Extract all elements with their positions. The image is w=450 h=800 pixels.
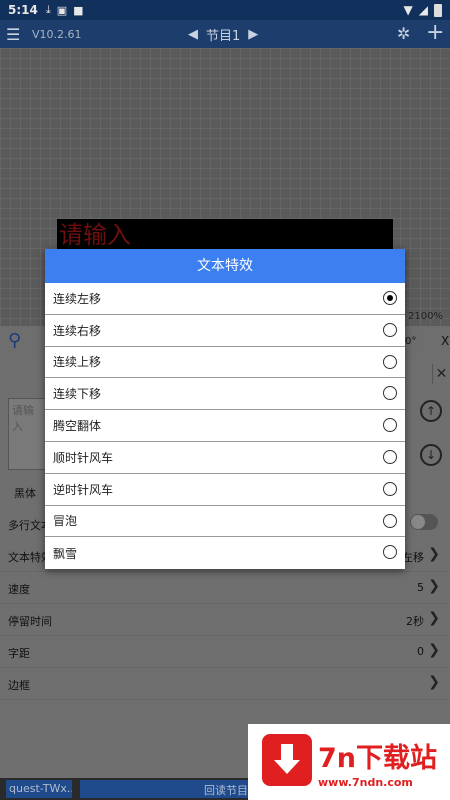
signal-icon: ◢ <box>418 3 428 17</box>
radio-button[interactable] <box>383 322 397 337</box>
effect-option[interactable]: 逆时针风车 <box>45 474 405 506</box>
radio-button[interactable] <box>383 418 397 433</box>
spacing-value: 0 <box>417 645 424 658</box>
radio-button[interactable] <box>383 481 397 496</box>
led-preview[interactable]: 请输入 <box>57 219 393 252</box>
spacing-label: 字距 <box>8 647 30 660</box>
read-back-button[interactable]: 回读节目 <box>80 780 252 798</box>
effect-option-label: 连续下移 <box>53 387 102 402</box>
app-version: V10.2.61 <box>32 27 82 41</box>
download-logo-icon <box>262 734 312 786</box>
speed-value: 5 <box>417 581 424 594</box>
multiline-toggle[interactable] <box>410 514 438 530</box>
zoom-icon[interactable]: ⚲ <box>8 330 21 351</box>
effect-option[interactable]: 连续右移 <box>45 315 405 347</box>
status-bar: 5:14 ⤓ ▣ ■ ▼ ◢ <box>0 0 450 20</box>
border-row[interactable]: 边框 ❯ <box>0 668 450 700</box>
program-title: 节目1 <box>206 28 241 44</box>
text-input[interactable]: 请输入 <box>8 398 48 470</box>
speed-row[interactable]: 速度 5 ❯ <box>0 572 450 604</box>
effect-value: 左移 <box>402 551 424 564</box>
watermark-title: 7n下载站 <box>318 743 438 774</box>
effect-option-label: 连续上移 <box>53 355 102 370</box>
effect-option[interactable]: 连续下移 <box>45 378 405 411</box>
chevron-right-icon: ❯ <box>428 642 440 658</box>
battery-icon <box>434 3 442 17</box>
effect-option-label: 连续右移 <box>53 323 102 338</box>
zoom-level: 2100% <box>408 311 443 322</box>
wifi-icon: ▼ <box>403 3 413 17</box>
effect-option[interactable]: 冒泡 <box>45 506 405 538</box>
effect-option[interactable]: 腾空翻体 <box>45 410 405 442</box>
radio-button[interactable] <box>383 545 397 560</box>
text-effect-dialog: 文本特效 连续左移连续右移连续上移连续下移腾空翻体顺时针风车逆时针风车冒泡飘雪 <box>45 249 405 569</box>
chevron-right-icon: ❯ <box>428 610 440 626</box>
effect-option[interactable]: 飘雪 <box>45 537 405 569</box>
chevron-right-icon: ❯ <box>428 546 440 562</box>
chevron-right-icon: ❯ <box>428 578 440 594</box>
status-time: 5:14 <box>8 3 38 17</box>
app-icon: ■ <box>73 3 84 17</box>
watermark: 7n下载站 www.7ndn.com <box>248 724 450 800</box>
radio-button[interactable] <box>383 386 397 401</box>
rotation-value: 0° <box>405 336 417 347</box>
effect-option[interactable]: 连续上移 <box>45 347 405 379</box>
effect-option[interactable]: 顺时针风车 <box>45 442 405 474</box>
watermark-url: www.7ndn.com <box>318 776 413 789</box>
move-up-icon[interactable]: ↑ <box>420 400 442 422</box>
font-selector[interactable]: 黑体 <box>14 485 36 501</box>
effect-option[interactable]: 连续左移 <box>45 283 405 315</box>
program-switcher: ◀ 节目1 ▶ <box>188 25 258 44</box>
move-down-icon[interactable]: ↓ <box>420 444 442 466</box>
chevron-right-icon: ❯ <box>428 674 440 690</box>
previous-program-icon[interactable]: ◀ <box>188 27 198 42</box>
dialog-title: 文本特效 <box>45 249 405 283</box>
menu-icon[interactable]: ☰ <box>6 25 26 44</box>
effect-option-label: 腾空翻体 <box>53 419 102 434</box>
radio-button[interactable] <box>383 354 397 369</box>
download-icon: ⤓ <box>45 3 51 16</box>
effect-option-label: 顺时针风车 <box>53 450 114 465</box>
image-icon: ▣ <box>56 3 68 17</box>
panel-close-icon[interactable]: ✕ <box>432 364 450 384</box>
add-icon[interactable]: + <box>426 20 444 45</box>
effect-option-label: 逆时针风车 <box>53 482 114 497</box>
next-program-icon[interactable]: ▶ <box>248 27 258 42</box>
stay-time-row[interactable]: 停留时间 2秒 ❯ <box>0 604 450 636</box>
effect-option-label: 飘雪 <box>53 546 78 561</box>
device-name-button[interactable]: quest-TWx... <box>6 780 72 798</box>
stay-time-label: 停留时间 <box>8 615 52 628</box>
app-bar: ☰ V10.2.61 ◀ 节目1 ▶ ✲ + <box>0 20 450 48</box>
radio-button[interactable] <box>383 291 397 305</box>
effect-option-label: 连续左移 <box>53 291 102 306</box>
border-label: 边框 <box>8 679 30 692</box>
speed-label: 速度 <box>8 583 30 596</box>
stay-time-value: 2秒 <box>406 615 424 628</box>
settings-icon[interactable]: ✲ <box>397 24 410 43</box>
radio-button[interactable] <box>383 449 397 464</box>
close-icon[interactable]: X <box>441 334 449 348</box>
effect-option-label: 冒泡 <box>53 514 78 529</box>
spacing-row[interactable]: 字距 0 ❯ <box>0 636 450 668</box>
radio-button[interactable] <box>383 513 397 528</box>
